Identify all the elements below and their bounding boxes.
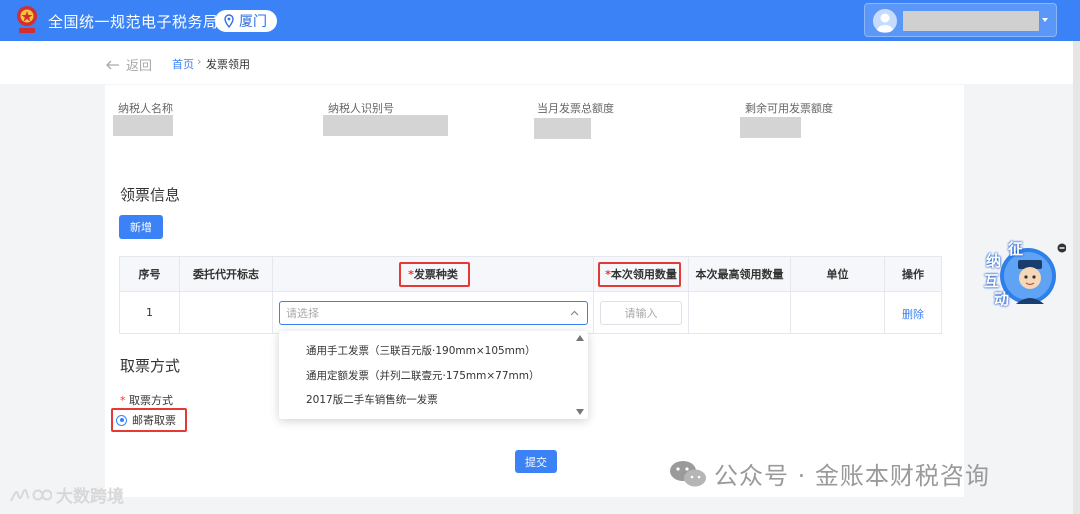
top-bar: 全国统一规范电子税务局 厦门 (0, 0, 1080, 41)
monthly-quota-label: 当月发票总额度 (537, 102, 614, 115)
widget-char: 征 (1008, 240, 1024, 258)
taxpayer-id-value-redacted (323, 115, 448, 136)
radio-selected-icon[interactable] (116, 414, 127, 426)
arrow-left-icon (106, 60, 119, 69)
invoice-type-dropdown: 通用手工发票（三联百元版·190mm×105mm） 通用定额发票（并列二联壹元·… (279, 331, 588, 419)
widget-char: 动 (994, 290, 1010, 308)
caret-down-icon (1042, 18, 1048, 22)
wechat-icon (670, 460, 706, 486)
dropdown-option[interactable]: 通用手工发票（三联百元版·190mm×105mm） (306, 343, 536, 358)
td-index: 1 (120, 292, 180, 333)
td-agent-flag (180, 292, 273, 333)
taxpayer-name-label: 纳税人名称 (118, 102, 173, 115)
th-action: 操作 (902, 268, 924, 281)
interaction-widget[interactable]: 征 纳 互 动 (978, 238, 1067, 313)
th-agent-flag: 委托代开标志 (180, 257, 273, 291)
city-selector[interactable]: 厦门 (215, 10, 277, 32)
th-quantity-label: 本次领用数量 (610, 268, 677, 281)
remaining-quota-label: 剩余可用发票额度 (745, 102, 833, 115)
scroll-up-icon[interactable] (576, 335, 584, 341)
user-avatar-icon (876, 13, 894, 32)
widget-char: 纳 (986, 252, 1002, 270)
chevron-up-icon (570, 310, 579, 316)
monthly-quota-value-redacted (534, 118, 591, 139)
section-title-pickup: 取票方式 (120, 357, 181, 375)
user-menu[interactable] (864, 3, 1057, 37)
delete-link[interactable]: 删除 (902, 306, 924, 322)
td-max-quantity (689, 292, 791, 333)
breadcrumb-current: 发票领用 (206, 58, 250, 71)
watermark-logo-icon (10, 488, 52, 501)
location-pin-icon (224, 14, 234, 28)
pickup-method-label-text: 取票方式 (129, 394, 173, 407)
required-mark: * (120, 394, 126, 407)
remaining-quota-value-redacted (740, 117, 801, 138)
pickup-method-label: * 取票方式 (120, 392, 173, 408)
watermark-left-text: 大数跨境 (56, 487, 124, 507)
watermark-right: 公众号 · 金账本财税咨询 (668, 456, 990, 491)
table-header: 序号 委托代开标志 * 发票种类 * 本次领用数量 本次最高领用数量 单位 操作 (120, 257, 941, 292)
section-title-invoice: 领票信息 (120, 186, 181, 204)
scroll-down-icon[interactable] (576, 409, 584, 415)
th-invoice-type-label: 发票种类 (413, 268, 458, 281)
td-unit (791, 292, 885, 333)
th-index: 序号 (120, 257, 180, 291)
scrollbar-track[interactable] (1073, 41, 1080, 514)
quantity-input[interactable] (600, 301, 682, 325)
th-unit: 单位 (791, 257, 885, 291)
radio-mail-label: 邮寄取票 (132, 414, 176, 427)
th-max-quantity: 本次最高领用数量 (689, 257, 791, 291)
back-label: 返回 (126, 59, 153, 74)
taxpayer-id-label: 纳税人识别号 (328, 102, 394, 115)
back-button[interactable]: 返回 (106, 55, 152, 74)
th-invoice-type: * 发票种类 (273, 257, 594, 291)
th-quantity: * 本次领用数量 (594, 257, 689, 291)
taxpayer-name-value-redacted (113, 115, 173, 136)
add-button[interactable]: 新增 (119, 215, 163, 239)
user-name-redacted (903, 11, 1039, 31)
radio-mail-pickup[interactable]: 邮寄取票 (116, 412, 176, 428)
breadcrumb-home[interactable]: 首页 (172, 56, 194, 72)
dropdown-option[interactable]: 通用定额发票（并列二联壹元·175mm×77mm） (306, 368, 539, 383)
submit-button[interactable]: 提交 (515, 450, 557, 473)
avatar (873, 9, 897, 33)
watermark-left: 大数跨境 (8, 482, 124, 507)
invoice-type-select[interactable]: 请选择 (279, 301, 588, 325)
select-placeholder: 请选择 (286, 307, 319, 320)
city-name: 厦门 (239, 14, 267, 30)
watermark-right-text: 公众号 · 金账本财税咨询 (714, 462, 990, 490)
breadcrumb-separator: › (197, 55, 202, 68)
breadcrumb: 返回 首页 › 发票领用 (0, 41, 1073, 84)
dropdown-option[interactable]: 2017版二手车销售统一发票 (306, 392, 438, 407)
tax-emblem-icon (17, 6, 37, 33)
site-title: 全国统一规范电子税务局 (48, 13, 219, 31)
